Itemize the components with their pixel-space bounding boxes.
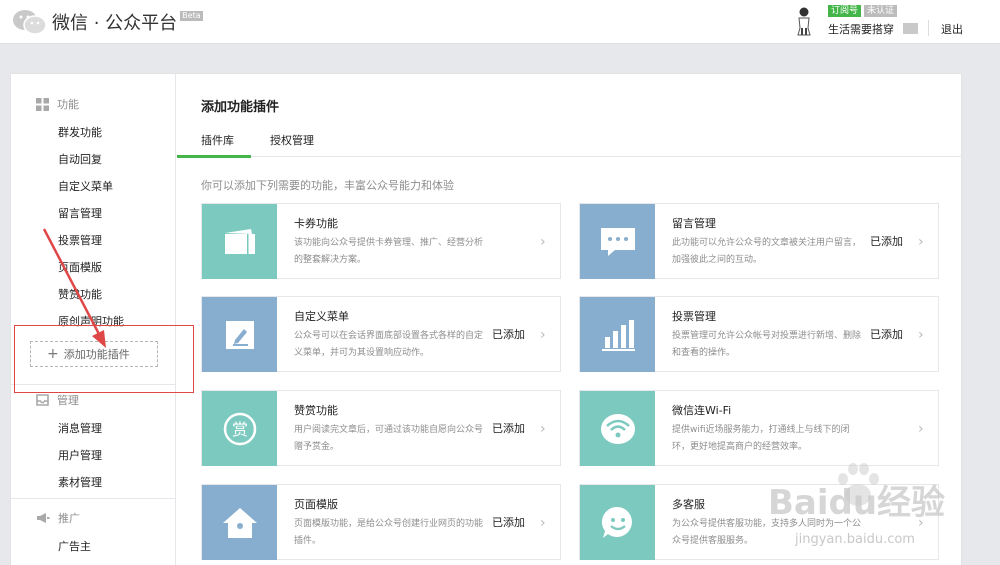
sidebar-item-page-templates[interactable]: 页面模版 [58, 259, 102, 275]
tab-plugin-library[interactable]: 插件库 [201, 132, 234, 148]
reward-icon: 赏 [223, 412, 256, 445]
plugin-desc: 提供wifi近场服务能力，打通线上与线下的闭环，更好地提高商户的经营效率。 [672, 425, 850, 452]
plugin-title: 卡券功能 [294, 217, 338, 230]
plugin-status: 已添加 [492, 516, 525, 529]
sidebar-section-manage: 管理 [36, 392, 79, 408]
plugin-card-page-templates[interactable]: 页面模版 页面模版功能，是给公众号创建行业网页的功能插件。 已添加 › [201, 484, 561, 560]
card-icon-tile [202, 297, 277, 372]
logout-link[interactable]: 退出 [941, 21, 963, 37]
card-icon-tile [580, 204, 655, 279]
plugin-status: 已添加 [492, 328, 525, 341]
sidebar-item-reward[interactable]: 赞赏功能 [58, 286, 102, 302]
plugin-desc: 公众号可以在会话界面底部设置各式各样的自定义菜单，并可为其设置响应动作。 [294, 331, 484, 358]
sidebar-item-comments[interactable]: 留言管理 [58, 205, 102, 221]
tab-bar: 插件库 授权管理 [177, 124, 963, 158]
home-icon [222, 507, 257, 538]
wechat-logo-icon [13, 10, 47, 35]
subscription-badge: 订阅号 [828, 5, 862, 17]
plugin-card-reward[interactable]: 赏 赞赏功能 用户阅读完文章后，可通过该功能自愿向公众号赠予赏金。 已添加 › [201, 390, 561, 466]
plugin-title: 投票管理 [672, 310, 716, 323]
wifi-icon [600, 413, 635, 444]
annotation-highlight-box [14, 325, 194, 393]
plugin-card-custom-menu[interactable]: 自定义菜单 公众号可以在会话界面底部设置各式各样的自定义菜单，并可为其设置响应动… [201, 296, 561, 372]
plugin-card-coupons[interactable]: 卡券功能 该功能向公众号提供卡券管理、推广、经营分析的整套解决方案。 › [201, 203, 561, 279]
account-area: 订阅号 未认证 生活需要搭穿 退出 [795, 4, 1000, 40]
chat-icon [600, 227, 635, 256]
reward-glyph: 赏 [231, 420, 247, 439]
sidebar-item-materials[interactable]: 素材管理 [58, 474, 102, 490]
account-name[interactable]: 生活需要搭穿 [828, 21, 894, 37]
plugin-desc: 用户阅读完文章后，可通过该功能自愿向公众号赠予赏金。 [294, 425, 484, 452]
megaphone-icon [37, 513, 50, 523]
card-icon-tile [580, 391, 655, 466]
card-icon-tile [202, 204, 277, 279]
inbox-icon [36, 394, 49, 406]
wechat-logo[interactable]: 微信 · 公众平台 Beta [12, 8, 203, 36]
chevron-right-icon: › [540, 515, 546, 531]
chevron-right-icon: › [540, 327, 546, 343]
sidebar-section-label: 功能 [57, 98, 79, 111]
chevron-right-icon: › [918, 421, 924, 437]
bar-chart-icon [601, 319, 635, 351]
chevron-right-icon: › [540, 234, 546, 250]
sidebar: 功能 群发功能 自动回复 自定义菜单 留言管理 投票管理 页面模版 赞赏功能 原… [11, 74, 176, 565]
sidebar-item-votes[interactable]: 投票管理 [58, 232, 102, 248]
sidebar-item-mass-send[interactable]: 群发功能 [58, 124, 102, 140]
watermark-url: jingyan.baidu.com [795, 532, 915, 547]
mail-icon[interactable] [903, 23, 918, 34]
plugin-desc: 页面模版功能，是给公众号创建行业网页的功能插件。 [294, 519, 484, 546]
plugin-title: 自定义菜单 [294, 310, 349, 323]
sidebar-section-promo: 推广 [36, 510, 80, 526]
sidebar-item-custom-menu[interactable]: 自定义菜单 [58, 178, 113, 194]
smile-icon [601, 506, 632, 538]
plugin-card-votes[interactable]: 投票管理 投票管理可允许公众帐号对投票进行新增、删除和查看的操作。 已添加 › [579, 296, 939, 372]
page-title: 添加功能插件 [201, 100, 280, 115]
plugin-desc: 该功能向公众号提供卡券管理、推广、经营分析的整套解决方案。 [294, 238, 484, 265]
divider [11, 498, 176, 499]
plugin-title: 赞赏功能 [294, 404, 338, 417]
plugin-card-comments[interactable]: 留言管理 此功能可以允许公众号的文章被关注用户留言，加强彼此之间的互动。 已添加… [579, 203, 939, 279]
card-icon-tile [202, 485, 277, 560]
watermark-text: Baidu经验 [768, 483, 946, 523]
plugin-desc: 此功能可以允许公众号的文章被关注用户留言，加强彼此之间的互动。 [672, 238, 862, 265]
plugin-status: 已添加 [870, 328, 903, 341]
plugin-title: 页面模版 [294, 498, 338, 511]
edit-icon [225, 320, 254, 349]
sidebar-item-auto-reply[interactable]: 自动回复 [58, 151, 102, 167]
card-icon-tile [580, 485, 655, 560]
app-title: 微信 · 公众平台 [52, 13, 178, 34]
plugin-status: 已添加 [492, 422, 525, 435]
sidebar-item-users[interactable]: 用户管理 [58, 447, 102, 463]
plugin-title: 多客服 [672, 498, 705, 511]
sidebar-item-messages[interactable]: 消息管理 [58, 420, 102, 436]
sidebar-section-label: 管理 [57, 394, 79, 407]
chevron-right-icon: › [918, 327, 924, 343]
unverified-badge: 未认证 [864, 5, 898, 17]
intro-text: 你可以添加下列需要的功能，丰富公众号能力和体验 [201, 179, 454, 192]
divider [928, 20, 929, 36]
plugin-desc: 投票管理可允许公众帐号对投票进行新增、删除和查看的操作。 [672, 331, 862, 358]
card-icon [224, 228, 255, 254]
tab-authorization[interactable]: 授权管理 [270, 132, 314, 148]
avatar[interactable] [795, 6, 813, 36]
active-tab-indicator [177, 155, 251, 158]
chevron-right-icon: › [918, 234, 924, 250]
plugin-status: 已添加 [870, 235, 903, 248]
top-header: 微信 · 公众平台 Beta 订阅号 未认证 生活需要搭穿 退出 [0, 0, 1000, 44]
card-icon-tile: 赏 [202, 391, 277, 466]
grid-icon [36, 97, 49, 111]
card-icon-tile [580, 297, 655, 372]
sidebar-item-advertiser[interactable]: 广告主 [58, 538, 91, 554]
sidebar-section-label: 推广 [58, 512, 80, 525]
chevron-right-icon: › [540, 421, 546, 437]
sidebar-section-function: 功能 [36, 96, 79, 112]
plugin-title: 留言管理 [672, 217, 716, 230]
beta-badge: Beta [180, 11, 203, 21]
plugin-title: 微信连Wi-Fi [672, 404, 732, 417]
baidu-watermark: Baidu经验 jingyan.baidu.com [740, 455, 990, 565]
